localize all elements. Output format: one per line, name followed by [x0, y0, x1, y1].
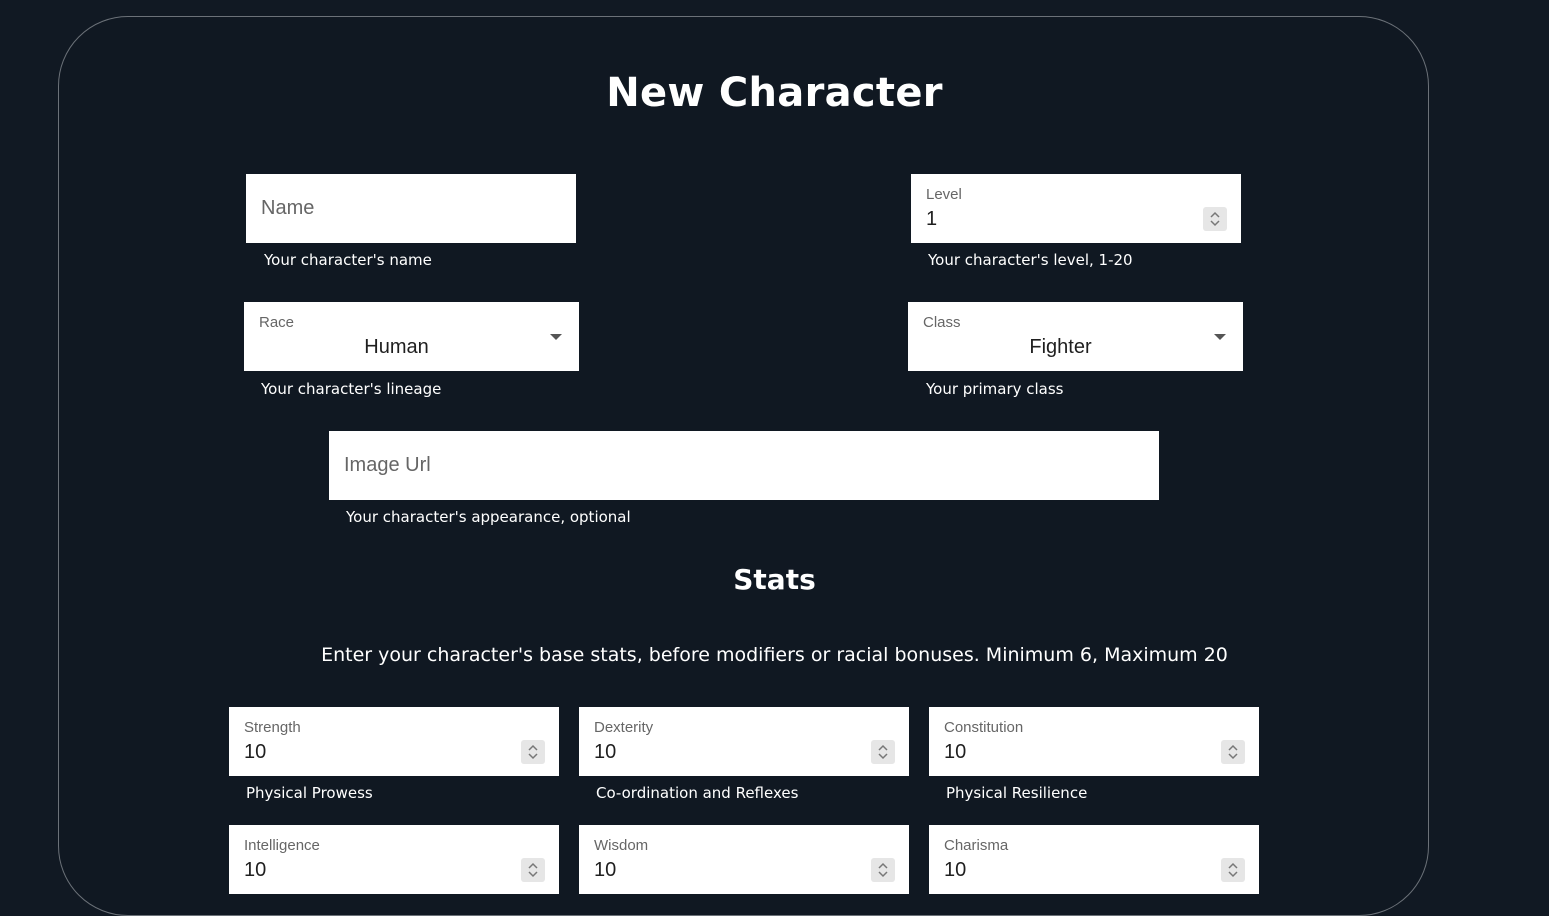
- race-helper: Your character's lineage: [261, 380, 442, 398]
- dexterity-field[interactable]: Dexterity 10: [579, 707, 909, 776]
- constitution-label: Constitution: [944, 719, 1024, 736]
- class-label: Class: [923, 314, 961, 331]
- stats-title: Stats: [733, 563, 816, 596]
- wisdom-value: 10: [594, 859, 617, 881]
- intelligence-label: Intelligence: [244, 837, 320, 854]
- wisdom-label: Wisdom: [594, 837, 649, 854]
- charisma-value: 10: [944, 859, 967, 881]
- dexterity-value: 10: [594, 741, 617, 763]
- dexterity-label: Dexterity: [594, 719, 654, 736]
- image-url-placeholder: Image Url: [344, 454, 431, 476]
- strength-stepper-icon[interactable]: [521, 740, 545, 764]
- name-helper: Your character's name: [264, 251, 432, 269]
- intelligence-value: 10: [244, 859, 267, 881]
- strength-label: Strength: [244, 719, 301, 736]
- intelligence-field[interactable]: Intelligence 10: [229, 825, 559, 894]
- image-url-helper: Your character's appearance, optional: [346, 508, 631, 526]
- name-placeholder: Name: [261, 197, 315, 219]
- strength-value: 10: [244, 741, 267, 763]
- level-label: Level: [926, 186, 962, 203]
- charisma-field[interactable]: Charisma 10: [929, 825, 1259, 894]
- charisma-label: Charisma: [944, 837, 1009, 854]
- page-title: New Character: [606, 70, 943, 116]
- constitution-stepper-icon[interactable]: [1221, 740, 1245, 764]
- level-stepper-icon[interactable]: [1203, 207, 1227, 231]
- level-field[interactable]: Level 1: [911, 174, 1241, 243]
- constitution-value: 10: [944, 741, 967, 763]
- name-field[interactable]: Name: [246, 174, 576, 243]
- chevron-down-icon: [1214, 334, 1226, 340]
- intelligence-stepper-icon[interactable]: [521, 858, 545, 882]
- wisdom-field[interactable]: Wisdom 10: [579, 825, 909, 894]
- constitution-field[interactable]: Constitution 10: [929, 707, 1259, 776]
- level-helper: Your character's level, 1-20: [928, 251, 1133, 269]
- class-helper: Your primary class: [926, 380, 1064, 398]
- constitution-helper: Physical Resilience: [946, 784, 1088, 802]
- level-value: 1: [926, 208, 938, 230]
- race-select[interactable]: Race Human: [244, 302, 579, 371]
- race-value: Human: [364, 336, 429, 358]
- stats-description: Enter your character's base stats, befor…: [321, 644, 1228, 666]
- strength-helper: Physical Prowess: [246, 784, 373, 802]
- chevron-down-icon: [550, 334, 562, 340]
- class-select[interactable]: Class Fighter: [908, 302, 1243, 371]
- wisdom-stepper-icon[interactable]: [871, 858, 895, 882]
- image-url-field[interactable]: Image Url: [329, 431, 1159, 500]
- race-label: Race: [259, 314, 295, 331]
- dexterity-helper: Co-ordination and Reflexes: [596, 784, 799, 802]
- strength-field[interactable]: Strength 10: [229, 707, 559, 776]
- dexterity-stepper-icon[interactable]: [871, 740, 895, 764]
- charisma-stepper-icon[interactable]: [1221, 858, 1245, 882]
- class-value: Fighter: [1029, 336, 1092, 358]
